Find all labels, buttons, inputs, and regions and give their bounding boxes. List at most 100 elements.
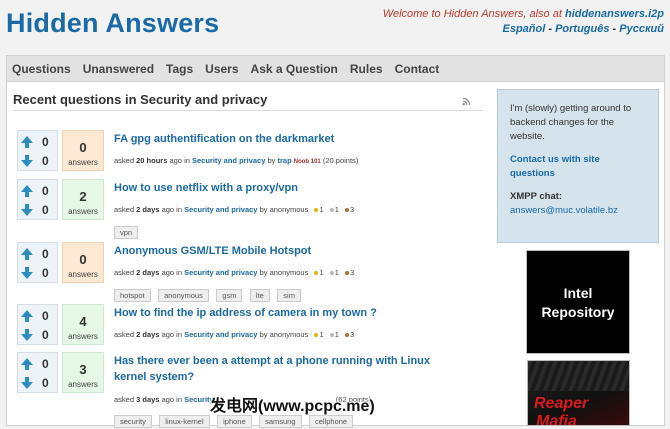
ad-banner-intel-repository[interactable]: Intel Repository xyxy=(526,250,630,354)
answer-count-box: 0 answers xyxy=(62,130,104,171)
meta-ago: ago in xyxy=(161,330,182,339)
question-title[interactable]: Has there ever been a attempt at a phone… xyxy=(114,353,444,385)
meta-when: 2 days xyxy=(136,268,160,277)
bronze-badge-count: 3 xyxy=(349,205,355,214)
silver-badge-count: 1 xyxy=(334,330,339,339)
answer-label: answers xyxy=(68,332,98,341)
meta-when: 2 days xyxy=(136,330,160,339)
gold-badge-count: 1 xyxy=(319,330,324,339)
contact-link[interactable]: Contact us with site questions xyxy=(510,153,646,181)
nav-tags[interactable]: Tags xyxy=(166,62,193,76)
site-logo[interactable]: Hidden Answers xyxy=(6,8,219,39)
tag[interactable]: samsung xyxy=(259,415,302,428)
answer-count: 0 xyxy=(79,140,87,155)
downvote-arrow-icon[interactable] xyxy=(21,329,33,341)
welcome-text: Welcome to Hidden Answers, also at hidde… xyxy=(383,8,664,20)
answer-count-box: 3 answers xyxy=(62,352,104,393)
nav-users[interactable]: Users xyxy=(205,62,238,76)
answer-label: answers xyxy=(68,270,98,279)
tag[interactable]: linux-kernel xyxy=(159,415,210,428)
tag-list: hotspot anonymous gsm lte sim xyxy=(114,285,304,303)
answer-count: 0 xyxy=(79,252,87,267)
silver-badge-count: 1 xyxy=(334,205,339,214)
tag[interactable]: anonymous xyxy=(158,289,209,302)
bronze-badge-icon xyxy=(344,333,349,338)
vote-box: 0 0 xyxy=(17,130,58,171)
question-title[interactable]: Anonymous GSM/LTE Mobile Hotspot xyxy=(114,243,444,259)
upvote-arrow-icon[interactable] xyxy=(21,310,33,322)
rss-icon[interactable] xyxy=(462,97,471,106)
vote-box: 0 0 xyxy=(17,352,58,393)
ad-banner-text: Intel Repository xyxy=(541,285,615,320)
tag[interactable]: lte xyxy=(249,289,270,302)
question-meta: asked 2 days ago in Security and privacy… xyxy=(114,330,354,339)
meta-category-link[interactable]: Security and privacy xyxy=(184,205,257,214)
meta-user-link[interactable]: trap xyxy=(277,156,291,165)
tag[interactable]: hotspot xyxy=(114,289,151,302)
bronze-badge-count: 3 xyxy=(349,330,355,339)
tag[interactable]: cellphone xyxy=(308,415,354,428)
silver-badge-count: 1 xyxy=(334,268,339,277)
nav-ask-question[interactable]: Ask a Question xyxy=(251,62,338,76)
ad-banner-text: Mafia xyxy=(536,413,577,426)
sidebar-notice: I'm (slowly) getting around to backend c… xyxy=(497,89,659,243)
question-title[interactable]: How to use netflix with a proxy/vpn xyxy=(114,180,444,196)
lang-pt[interactable]: Português xyxy=(555,23,609,35)
nav-unanswered[interactable]: Unanswered xyxy=(83,62,154,76)
nav-rules[interactable]: Rules xyxy=(350,62,383,76)
ad-banner-graphic xyxy=(528,361,629,391)
nav-questions[interactable]: Questions xyxy=(12,62,71,76)
downvote-count: 0 xyxy=(42,266,49,280)
tag[interactable]: security xyxy=(114,415,152,428)
vote-box: 0 0 xyxy=(17,304,58,345)
lang-es[interactable]: Español xyxy=(502,23,545,35)
answer-label: answers xyxy=(68,207,98,216)
ad-banner-reaper-mafia[interactable]: Reaper Mafia xyxy=(527,360,630,426)
upvote-count: 0 xyxy=(42,357,49,371)
downvote-count: 0 xyxy=(42,328,49,342)
question-meta: asked 20 hours ago in Security and priva… xyxy=(114,156,358,165)
tag[interactable]: iphone xyxy=(217,415,252,428)
downvote-arrow-icon[interactable] xyxy=(21,267,33,279)
upvote-arrow-icon[interactable] xyxy=(21,358,33,370)
lang-ru[interactable]: Русский xyxy=(619,23,664,35)
meta-category-link[interactable]: Security and privacy xyxy=(192,156,265,165)
gold-badge-icon xyxy=(314,271,319,276)
meta-asked: asked xyxy=(114,268,135,277)
question-title[interactable]: How to find the ip address of camera in … xyxy=(114,305,444,321)
nav-contact[interactable]: Contact xyxy=(395,62,440,76)
xmpp-address[interactable]: answers@muc.volatile.bz xyxy=(510,204,646,218)
question-title[interactable]: FA gpg authentification on the darkmarke… xyxy=(114,131,444,147)
title-divider xyxy=(13,110,483,111)
upvote-count: 0 xyxy=(42,135,49,149)
meta-category-link[interactable]: Security and privacy xyxy=(184,268,257,277)
meta-when: 20 hours xyxy=(136,156,168,165)
meta-by: by anonymous xyxy=(259,205,309,214)
answer-count: 2 xyxy=(79,189,87,204)
downvote-arrow-icon[interactable] xyxy=(21,155,33,167)
upvote-arrow-icon[interactable] xyxy=(21,185,33,197)
downvote-arrow-icon[interactable] xyxy=(21,204,33,216)
downvote-arrow-icon[interactable] xyxy=(21,377,33,389)
language-links: Español - Português - Русский xyxy=(502,23,664,35)
downvote-count: 0 xyxy=(42,376,49,390)
meta-ago: ago in xyxy=(161,205,182,214)
bronze-badge-count: 3 xyxy=(349,268,355,277)
meta-asked: asked xyxy=(114,156,135,165)
answer-label: answers xyxy=(68,380,98,389)
upvote-count: 0 xyxy=(42,247,49,261)
bronze-badge-icon xyxy=(344,271,349,276)
downvote-count: 0 xyxy=(42,154,49,168)
meta-category-link[interactable]: Security and privacy xyxy=(184,330,257,339)
tag[interactable]: sim xyxy=(277,289,301,302)
tag[interactable]: gsm xyxy=(216,289,243,302)
gold-badge-icon xyxy=(314,208,319,213)
tag[interactable]: vpn xyxy=(114,226,139,239)
upvote-arrow-icon[interactable] xyxy=(21,248,33,260)
answer-count-box: 0 answers xyxy=(62,242,104,283)
upvote-arrow-icon[interactable] xyxy=(21,136,33,148)
downvote-count: 0 xyxy=(42,203,49,217)
answer-label: answers xyxy=(68,158,98,167)
i2p-link[interactable]: hiddenanswers.i2p xyxy=(565,8,664,20)
meta-points: (20 points) xyxy=(322,156,359,165)
